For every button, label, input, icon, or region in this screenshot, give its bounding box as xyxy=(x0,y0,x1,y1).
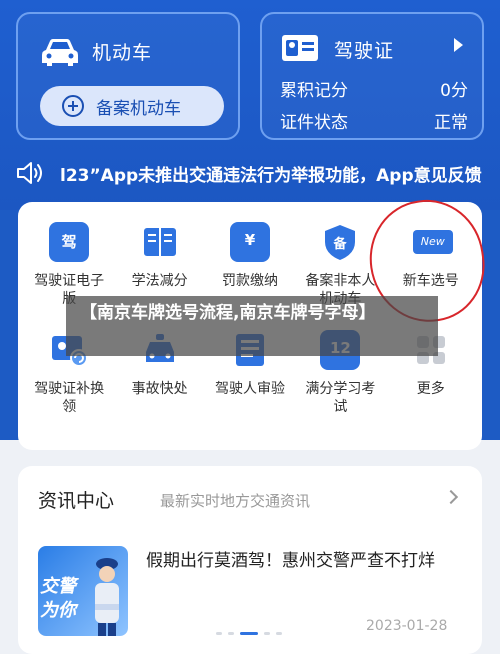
license-card[interactable]: 驾驶证 累积记分 0分 证件状态 正常 xyxy=(260,12,484,140)
status-label: 证件状态 xyxy=(280,113,348,133)
shield-icon: 备 xyxy=(325,225,356,260)
status-value: 正常 xyxy=(434,113,468,133)
carousel-dot[interactable] xyxy=(216,632,222,635)
service-label: 事故快处 xyxy=(131,381,188,397)
vehicle-card[interactable]: 机动车 备案机动车 xyxy=(16,12,240,140)
service-label: 更多 xyxy=(416,381,445,397)
license-card-title: 驾驶证 xyxy=(334,40,395,62)
notice-text: l23”App未推出交通违法行为举报功能，App意见反馈 xyxy=(60,165,482,186)
points-row: 累积记分 0分 xyxy=(280,76,468,101)
carousel-dot-active[interactable] xyxy=(240,632,258,635)
service-label: 满分学习考试 xyxy=(305,381,376,415)
police-officer-icon xyxy=(95,558,119,636)
carousel-dots xyxy=(216,632,282,635)
plus-circle-icon xyxy=(62,95,84,117)
news-item-date: 2023-01-28 xyxy=(366,618,448,634)
speaker-icon xyxy=(17,162,42,184)
car-icon xyxy=(42,39,78,66)
status-row: 证件状态 正常 xyxy=(280,108,468,133)
service-label: 驾驶人审验 xyxy=(214,381,285,397)
record-vehicle-button[interactable]: 备案机动车 xyxy=(40,86,224,126)
news-item-title[interactable]: 假期出行莫酒驾！惠州交警严查不打烊 xyxy=(146,546,435,571)
chevron-right-icon[interactable] xyxy=(443,489,459,505)
notice-bar[interactable]: l23”App未推出交通违法行为举报功能，App意见反馈 xyxy=(16,158,500,188)
overlay-article-title: 【南京车牌选号流程,南京车牌号字母】 xyxy=(66,296,438,356)
book-icon xyxy=(143,228,176,256)
id-card-icon xyxy=(282,35,318,61)
chevron-right-icon xyxy=(454,38,463,52)
news-heading: 资讯中心 xyxy=(38,490,115,512)
points-value: 0分 xyxy=(440,81,468,101)
vehicle-card-title: 机动车 xyxy=(92,42,153,64)
thumb-text: 交警 xyxy=(40,576,76,597)
thumb-text: 为你 xyxy=(40,600,76,621)
receipt-icon: ¥ xyxy=(229,222,270,262)
record-vehicle-label: 备案机动车 xyxy=(96,98,181,119)
news-panel: 资讯中心 最新实时地方交通资讯 交警 为你 假期出行莫酒驾！惠州交警严查不打烊 … xyxy=(18,466,482,654)
svg-text:备: 备 xyxy=(333,236,348,252)
service-label: 驾驶证补换领 xyxy=(34,381,105,415)
points-label: 累积记分 xyxy=(280,81,348,101)
license-e-icon: 驾 xyxy=(49,222,90,262)
news-subtitle[interactable]: 最新实时地方交通资讯 xyxy=(160,490,310,511)
carousel-dot[interactable] xyxy=(228,632,234,635)
carousel-dot[interactable] xyxy=(276,632,282,635)
news-thumbnail[interactable]: 交警 为你 xyxy=(38,546,128,636)
carousel-dot[interactable] xyxy=(264,632,270,635)
